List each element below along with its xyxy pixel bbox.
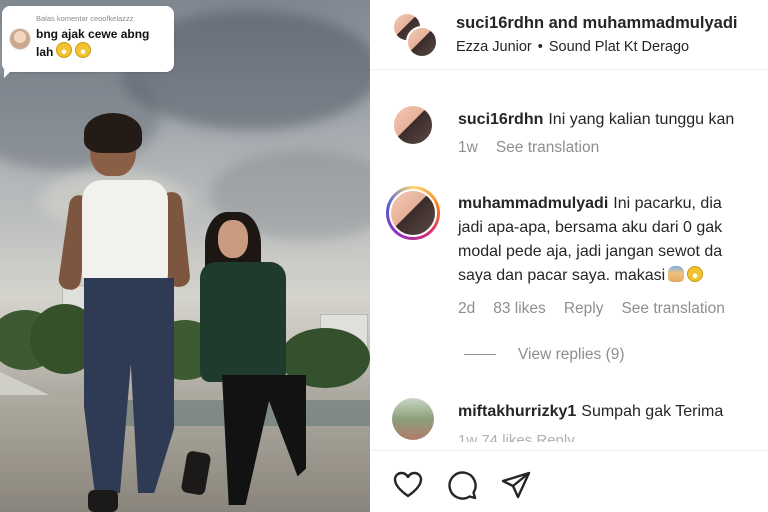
comment-body: muhammadmulyadi Ini pacarku, dia jadi apa… bbox=[458, 192, 722, 288]
comment-body: suci16rdhn Ini yang kalian tunggu kan bbox=[458, 108, 734, 132]
divider bbox=[464, 354, 496, 356]
comments-panel: suci16rdhn and muhammadmulyadi Ezza Juni… bbox=[370, 0, 768, 512]
comment-line: modal pede aja, jadi jangan sewot da bbox=[458, 243, 723, 260]
reply-text: bng ajak cewe abng lah bbox=[36, 27, 150, 59]
commenter-avatar bbox=[9, 28, 31, 50]
bubble-tail bbox=[4, 70, 12, 78]
tree-line bbox=[0, 300, 370, 390]
collab-avatars[interactable] bbox=[392, 12, 438, 58]
comment-text: Sumpah gak Terima bbox=[581, 403, 724, 420]
reply-title: Balas komentar ceoofkelazzz bbox=[36, 14, 134, 23]
avatar bbox=[406, 26, 438, 58]
avatar-story-ring[interactable] bbox=[386, 186, 440, 240]
grin-emoji-icon bbox=[56, 42, 73, 58]
see-translation-link[interactable]: See translation bbox=[496, 139, 599, 156]
comment-username[interactable]: miftakhurrizky1 bbox=[458, 403, 576, 420]
comment-time: 2d bbox=[458, 300, 476, 317]
comment-meta: 2d 83 likes Reply See translation bbox=[458, 300, 743, 318]
comment-line: Ini pacarku, dia bbox=[613, 195, 722, 212]
comment-text: Ini yang kalian tunggu kan bbox=[548, 111, 735, 128]
comment-username[interactable]: suci16rdhn bbox=[458, 111, 543, 128]
track-name[interactable]: Sound Plat Kt Derago bbox=[549, 39, 689, 55]
post-header: suci16rdhn and muhammadmulyadi Ezza Juni… bbox=[370, 0, 768, 70]
comment-time: 1w bbox=[458, 139, 478, 156]
pray-emoji-icon bbox=[668, 266, 685, 282]
view-replies-button[interactable]: View replies (9) bbox=[464, 346, 625, 370]
like-button[interactable] bbox=[392, 469, 424, 501]
grin-emoji-icon bbox=[75, 42, 92, 58]
avatar[interactable] bbox=[392, 104, 434, 146]
post-media[interactable]: Balas komentar ceoofkelazzz bng ajak cew… bbox=[0, 0, 370, 512]
comment-icon bbox=[448, 471, 477, 500]
comment-line: jadi apa-apa, bersama aku dari 0 gak bbox=[458, 219, 723, 236]
comment-username[interactable]: muhammadmulyadi bbox=[458, 195, 608, 212]
comment-line-last: saya dan pacar saya. makasi bbox=[458, 264, 722, 288]
share-button[interactable] bbox=[500, 469, 532, 501]
avatar[interactable] bbox=[392, 398, 434, 440]
audio-info[interactable]: Ezza Junior • Sound Plat Kt Derago bbox=[456, 39, 689, 55]
reply-bubble: Balas komentar ceoofkelazzz bng ajak cew… bbox=[2, 6, 174, 72]
reply-button[interactable]: Reply bbox=[564, 300, 604, 317]
action-bar bbox=[370, 450, 768, 512]
see-translation-link[interactable]: See translation bbox=[621, 300, 724, 317]
comment-body: miftakhurrizky1 Sumpah gak Terima bbox=[458, 400, 723, 424]
comment-meta-partial: 1w 74 likes Reply bbox=[458, 432, 575, 442]
comment-button[interactable] bbox=[446, 469, 478, 501]
send-icon bbox=[501, 471, 531, 499]
artist-name[interactable]: Ezza Junior bbox=[456, 39, 532, 55]
grin-emoji-icon bbox=[687, 266, 704, 282]
like-count[interactable]: 83 likes bbox=[493, 300, 546, 317]
post-authors[interactable]: suci16rdhn and muhammadmulyadi bbox=[456, 14, 737, 33]
separator: • bbox=[537, 39, 543, 55]
comment-meta: 1w See translation bbox=[458, 139, 617, 157]
heart-icon bbox=[393, 471, 423, 498]
